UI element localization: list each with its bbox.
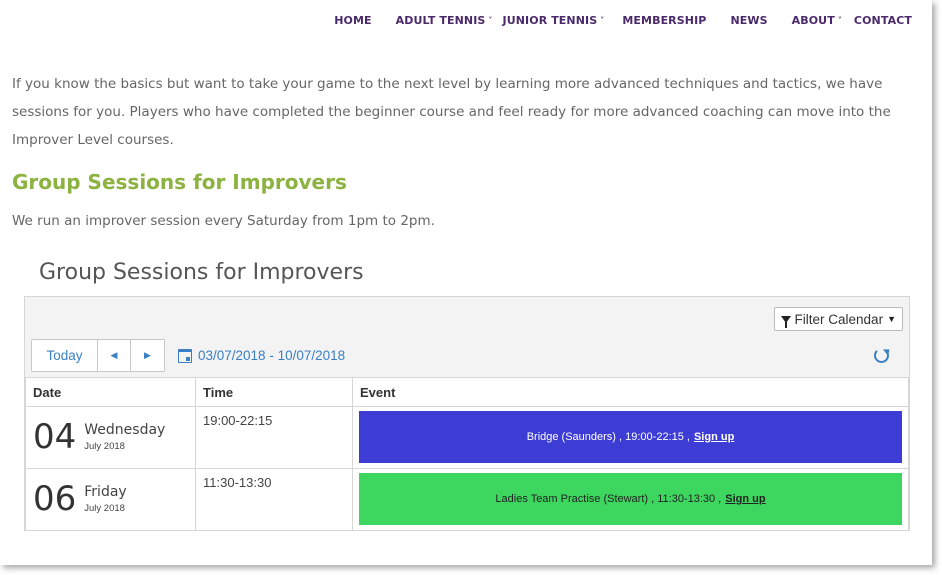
nav-adult-tennis-label: ADULT TENNIS <box>395 14 486 27</box>
signup-link[interactable]: Sign up <box>725 493 765 505</box>
next-icon: ▶ <box>144 350 151 360</box>
events-table: Date Time Event 04 Wednesday July 2018 1… <box>25 377 909 531</box>
filter-icon <box>780 315 791 328</box>
filter-calendar-button[interactable]: Filter Calendar ▼ <box>773 307 903 331</box>
section-heading: Group Sessions for Improvers <box>12 170 347 194</box>
event-cell: Ladies Team Practise (Stewart) , 11:30-1… <box>352 468 909 531</box>
nav-junior-tennis-label: JUNIOR TENNIS <box>502 14 598 27</box>
day-name: Friday <box>84 484 127 500</box>
event-block[interactable]: Bridge (Saunders) , 19:00-22:15 , Sign u… <box>359 411 902 463</box>
nav-about-label: ABOUT <box>791 14 835 27</box>
table-header-row: Date Time Event <box>25 377 909 407</box>
column-header-time: Time <box>195 377 353 407</box>
date-cell: 04 Wednesday July 2018 <box>25 406 196 469</box>
main-nav: HOME ADULT TENNIS ˅ JUNIOR TENNIS ˅ MEMBER… <box>334 14 912 27</box>
event-text: Bridge (Saunders) , 19:00-22:15 , <box>526 431 690 443</box>
nav-membership-label: MEMBERSHIP <box>622 14 707 27</box>
prev-week-button[interactable]: ◀ <box>98 340 131 371</box>
caret-down-icon: ▼ <box>887 314 896 324</box>
event-cell: Bridge (Saunders) , 19:00-22:15 , Sign u… <box>352 406 909 469</box>
time-cell: 11:30-13:30 <box>195 468 353 531</box>
page: HOME ADULT TENNIS ˅ JUNIOR TENNIS ˅ MEMBER… <box>0 0 932 565</box>
date-range-picker[interactable]: 03/07/2018 - 10/07/2018 <box>178 348 345 363</box>
day-number: 06 <box>33 479 77 519</box>
nav-news-label: NEWS <box>730 14 768 27</box>
nav-junior-tennis[interactable]: JUNIOR TENNIS ˅ <box>503 14 605 27</box>
day-name: Wednesday <box>84 422 166 438</box>
event-block[interactable]: Ladies Team Practise (Stewart) , 11:30-1… <box>359 473 902 525</box>
chevron-down-icon: ˅ <box>600 16 605 25</box>
calendar-title: Group Sessions for Improvers <box>39 260 364 285</box>
prev-icon: ◀ <box>110 350 118 360</box>
nav-home-label: HOME <box>334 14 372 27</box>
today-button[interactable]: Today <box>32 340 98 371</box>
filter-calendar-label: Filter Calendar <box>794 311 884 327</box>
section-description: We run an improver session every Saturda… <box>12 213 435 229</box>
nav-contact[interactable]: CONTACT <box>854 14 912 27</box>
chevron-down-icon: ˅ <box>837 16 842 25</box>
event-text: Ladies Team Practise (Stewart) , 11:30-1… <box>495 493 722 505</box>
table-row: 06 Friday July 2018 11:30-13:30 Ladies T… <box>25 468 909 531</box>
time-cell: 19:00-22:15 <box>195 406 353 469</box>
table-row: 04 Wednesday July 2018 19:00-22:15 Bridg… <box>25 406 909 469</box>
calendar-nav-group: Today ◀ ▶ <box>31 339 165 372</box>
day-month: July 2018 <box>84 503 125 514</box>
calendar-icon <box>178 348 192 363</box>
column-header-date: Date <box>25 377 196 407</box>
nav-contact-label: CONTACT <box>853 14 912 27</box>
date-cell: 06 Friday July 2018 <box>25 468 196 531</box>
day-number: 04 <box>33 417 77 457</box>
nav-home[interactable]: HOME <box>334 14 371 27</box>
column-header-event: Event <box>352 377 909 407</box>
nav-news[interactable]: NEWS <box>730 14 767 27</box>
intro-paragraph: If you know the basics but want to take … <box>12 76 891 148</box>
calendar-widget: Filter Calendar ▼ Today ◀ ▶ 03/07/2018 -… <box>24 296 910 531</box>
signup-link[interactable]: Sign up <box>694 431 734 443</box>
chevron-down-icon: ˅ <box>488 16 493 25</box>
refresh-icon[interactable] <box>874 348 889 363</box>
nav-adult-tennis[interactable]: ADULT TENNIS ˅ <box>396 14 493 27</box>
day-month: July 2018 <box>84 441 125 452</box>
nav-membership[interactable]: MEMBERSHIP <box>622 14 706 27</box>
next-week-button[interactable]: ▶ <box>131 340 164 371</box>
date-range-label: 03/07/2018 - 10/07/2018 <box>198 348 346 363</box>
nav-about[interactable]: ABOUT ˅ <box>792 14 842 27</box>
